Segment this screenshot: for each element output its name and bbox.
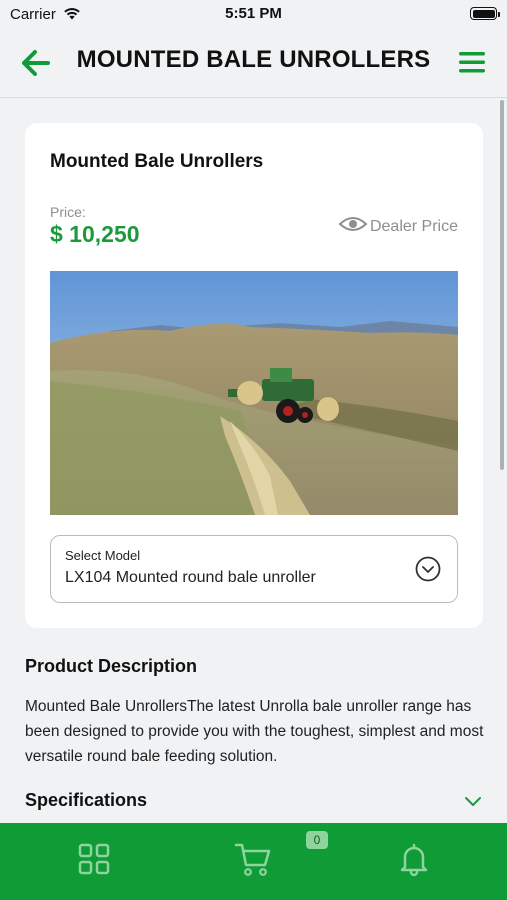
app-header: MOUNTED BALE UNROLLERS [0, 28, 507, 98]
menu-icon[interactable] [457, 48, 487, 76]
page-title: MOUNTED BALE UNROLLERS [76, 46, 431, 73]
screen: Carrier 5:51 PM MOUNTED BALE UNROLLERS M… [0, 0, 507, 900]
price-label: Price: [50, 204, 86, 220]
price-value: $ 10,250 [50, 221, 140, 247]
status-bar: Carrier 5:51 PM [0, 0, 507, 28]
cart-count-badge: 0 [306, 831, 328, 849]
battery-icon [470, 7, 500, 20]
bell-icon[interactable] [396, 841, 432, 877]
model-select[interactable]: Select Model LX104 Mounted round bale un… [50, 535, 458, 603]
product-card: Mounted Bale Unrollers Price: $ 10,250 D… [25, 123, 483, 628]
chevron-down-icon [463, 794, 483, 808]
description-title: Product Description [25, 656, 198, 676]
product-image [50, 271, 458, 515]
select-model-label: Select Model [65, 548, 141, 563]
scroll-indicator[interactable] [500, 100, 504, 470]
status-time: 5:51 PM [225, 5, 282, 22]
dealer-price-label: Dealer Price [369, 217, 458, 235]
grid-icon[interactable] [76, 841, 112, 877]
product-name: Mounted Bale Unrollers [50, 151, 264, 172]
select-model-value: LX104 Mounted round bale unroller [65, 569, 316, 586]
dealer-price-button[interactable]: Dealer Price [338, 215, 458, 238]
bottom-tab-bar: 0 [0, 823, 507, 900]
specifications-toggle[interactable]: Specifications [25, 788, 483, 814]
description-text: Mounted Bale UnrollersThe latest Unrolla… [25, 698, 484, 765]
specifications-title: Specifications [25, 790, 148, 810]
eye-icon [338, 215, 368, 238]
cart-icon[interactable] [234, 841, 271, 877]
back-arrow-icon[interactable] [20, 48, 52, 78]
chevron-circle-icon [415, 556, 441, 582]
